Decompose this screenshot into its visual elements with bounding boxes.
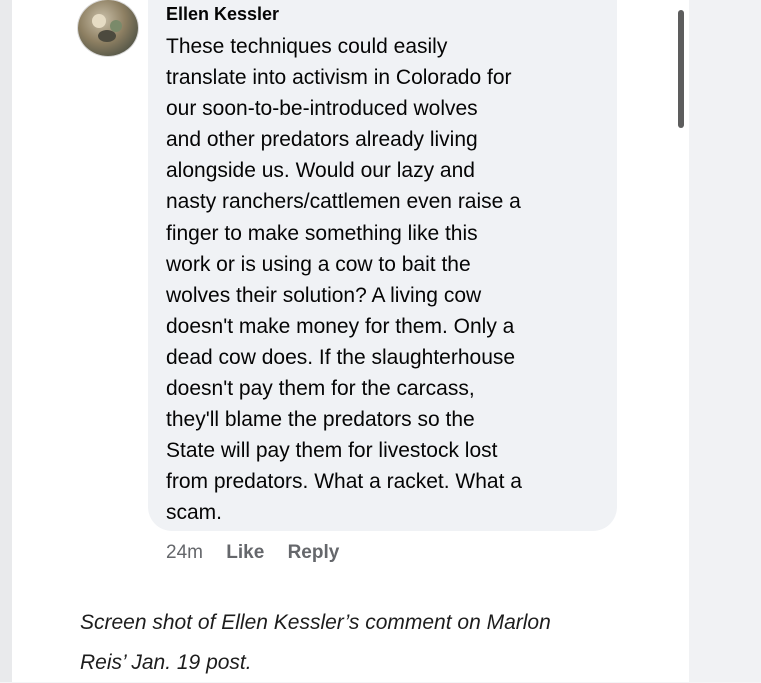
caption-line: Screen shot of Ellen Kessler’s comment o…: [80, 611, 551, 634]
image-caption: Screen shot of Ellen Kessler’s comment o…: [80, 603, 670, 683]
comment-line: from predators. What a racket. What a: [166, 470, 522, 494]
comment-line: scam.: [166, 501, 223, 525]
caption-line: Reis’ Jan. 19 post.: [80, 651, 252, 674]
comment-timestamp[interactable]: 24m: [166, 542, 203, 563]
scrollbar-thumb[interactable]: [678, 10, 684, 128]
comment-line: doesn't pay them for the carcass,: [166, 377, 475, 401]
comment-line: wolves their solution? A living cow: [166, 283, 482, 307]
avatar-photo-detail: [98, 30, 116, 42]
comment-line: work or is using a cow to bait the: [166, 252, 471, 276]
comment-line: finger to make something like this: [166, 221, 478, 245]
right-margin: [689, 0, 761, 682]
page: Ellen Kessler These techniques could eas…: [0, 0, 761, 682]
comment-body: These techniques could easily translate …: [166, 31, 611, 529]
comment-line: they'll blame the predators so the: [166, 408, 475, 432]
comment-author[interactable]: Ellen Kessler: [166, 4, 279, 25]
avatar-photo-detail: [92, 14, 106, 28]
comment-line: doesn't make money for them. Only a: [166, 314, 515, 338]
comment-line: dead cow does. If the slaughterhouse: [166, 345, 516, 369]
comment-line: translate into activism in Colorado for: [166, 66, 512, 90]
comment-actions: 24m Like Reply: [166, 542, 339, 564]
comment-line: and other predators already living: [166, 128, 478, 152]
comment-line: These techniques could easily: [166, 35, 448, 58]
like-button[interactable]: Like: [226, 542, 264, 563]
reply-button[interactable]: Reply: [288, 542, 340, 563]
left-margin: [0, 0, 12, 682]
comment-line: nasty ranchers/cattlemen even raise a: [166, 190, 521, 214]
comment-line: alongside us. Would our lazy and: [166, 159, 475, 183]
comment-line: our soon-to-be-introduced wolves: [166, 97, 478, 121]
avatar[interactable]: [78, 0, 138, 56]
comment-line: State will pay them for livestock lost: [166, 439, 498, 463]
